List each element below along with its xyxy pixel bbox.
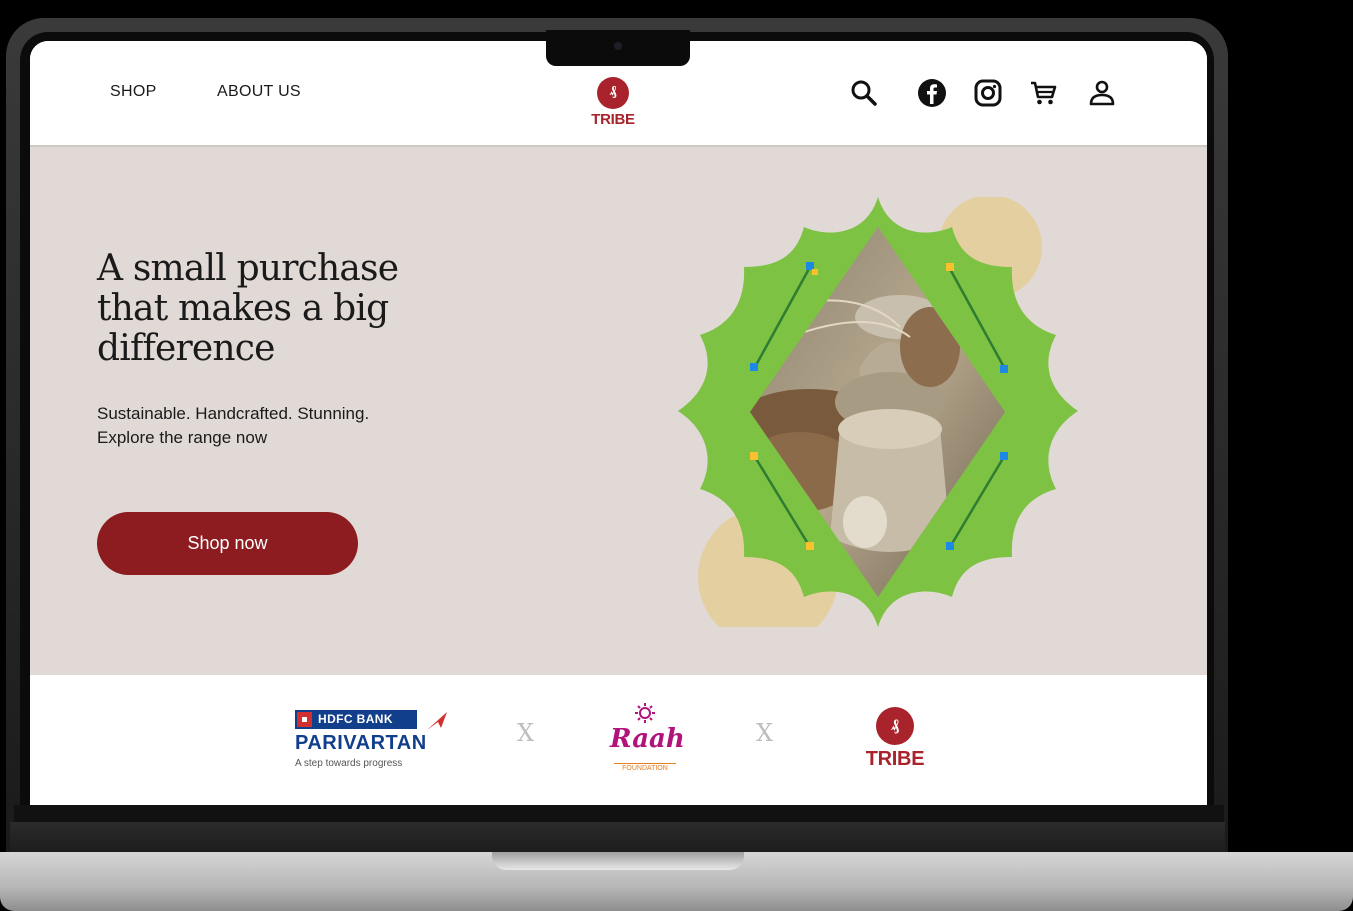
laptop-bottom-bezel <box>14 805 1224 823</box>
raah-name: Raah <box>610 724 685 754</box>
tribe-partner-logo[interactable]: ₰ TRIBE <box>860 707 930 771</box>
partner-separator-1: X <box>517 719 535 747</box>
hero-subline-1: Sustainable. Handcrafted. Stunning. <box>97 404 370 423</box>
hero-headline: A small purchase that makes a big differ… <box>97 248 399 369</box>
hdfc-parivartan-name: PARIVARTAN <box>295 732 427 754</box>
logo-text: TRIBE <box>591 111 635 128</box>
website-screen: SHOP ABOUT US ₰ TRIBE A small purchase t… <box>30 41 1207 805</box>
partners-strip: HDFC BANK PARIVARTAN A step towards prog… <box>30 675 1207 805</box>
tribe-partner-mark: ₰ <box>876 707 914 745</box>
hdfc-tagline: A step towards progress <box>295 758 403 769</box>
site-logo[interactable]: ₰ TRIBE <box>585 77 641 128</box>
facebook-icon[interactable] <box>916 77 948 109</box>
instagram-icon[interactable] <box>972 77 1004 109</box>
hdfc-badge: HDFC BANK <box>295 710 417 729</box>
search-icon[interactable] <box>848 77 880 109</box>
laptop-base-notch <box>492 852 744 870</box>
hero-subline-2: Explore the range now <box>97 428 268 447</box>
raah-foundation-logo[interactable]: Raah FOUNDATION <box>610 702 685 777</box>
laptop-notch <box>546 30 690 66</box>
hero-illustration <box>678 197 1078 627</box>
nav-about-us[interactable]: ABOUT US <box>217 83 301 101</box>
raah-foundation-text: FOUNDATION <box>614 763 676 772</box>
partner-separator-2: X <box>756 719 774 747</box>
user-icon[interactable] <box>1086 77 1118 109</box>
hdfc-parivartan-logo[interactable]: HDFC BANK PARIVARTAN A step towards prog… <box>295 710 455 772</box>
parivartan-arrow-icon <box>427 712 447 730</box>
cart-icon[interactable] <box>1028 77 1060 109</box>
laptop-hinge <box>10 822 1225 852</box>
tribe-logo-mark: ₰ <box>597 77 629 109</box>
hero-banner: A small purchase that makes a big differ… <box>30 147 1207 675</box>
nav-shop[interactable]: SHOP <box>110 83 157 101</box>
raah-sun-icon <box>635 703 655 723</box>
hero-subline: Sustainable. Handcrafted. Stunning. Expl… <box>97 402 369 450</box>
shop-now-button[interactable]: Shop now <box>97 512 358 575</box>
camera-icon <box>614 42 622 50</box>
tribe-partner-text: TRIBE <box>865 748 925 770</box>
